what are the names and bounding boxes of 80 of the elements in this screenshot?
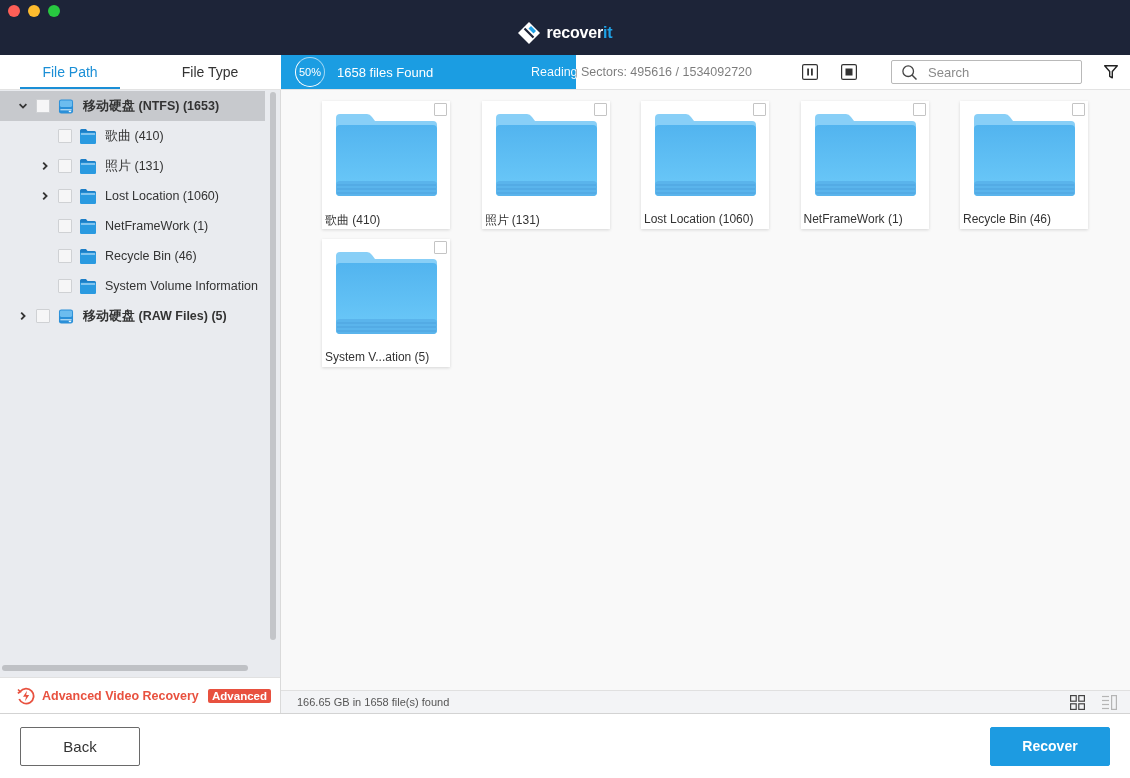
status-summary: 166.65 GB in 1658 file(s) found xyxy=(297,696,450,708)
advanced-video-recovery-link[interactable]: Advanced Video Recovery xyxy=(42,688,199,703)
checkbox[interactable] xyxy=(434,241,447,254)
folder-icon xyxy=(80,218,96,234)
tree-label: Lost Location (1060) xyxy=(105,189,219,203)
tree-label: 移动硬盘 (NTFS) (1653) xyxy=(83,97,220,115)
folder-name: NetFrameWork (1) xyxy=(803,212,904,226)
tree-item[interactable]: 移动硬盘 (NTFS) (1653) xyxy=(0,91,265,121)
checkbox[interactable] xyxy=(58,249,72,263)
tree-item[interactable]: 照片 (131) xyxy=(0,151,265,181)
folder-card[interactable]: 歌曲 (410) xyxy=(322,101,450,229)
zoom-button[interactable] xyxy=(48,5,60,17)
grid-view-icon[interactable] xyxy=(1070,694,1085,710)
drive-icon xyxy=(58,308,74,324)
checkbox[interactable] xyxy=(434,103,447,116)
search-field[interactable]: Search xyxy=(891,60,1082,84)
caret-icon[interactable] xyxy=(19,102,27,110)
tree-label: Recycle Bin (46) xyxy=(105,249,197,263)
folder-card[interactable]: 照片 (131) xyxy=(481,101,610,229)
checkbox[interactable] xyxy=(753,103,766,116)
close-button[interactable] xyxy=(8,5,20,17)
checkbox[interactable] xyxy=(58,219,72,233)
folder-icon xyxy=(336,252,437,334)
checkbox[interactable] xyxy=(58,159,72,173)
folder-icon xyxy=(80,128,96,144)
tree-label: NetFrameWork (1) xyxy=(105,219,209,233)
folder-name: 歌曲 (410) xyxy=(325,212,382,229)
caret-icon[interactable] xyxy=(19,312,27,320)
folder-card[interactable]: Lost Location (1060) xyxy=(641,101,769,229)
checkbox[interactable] xyxy=(912,103,926,116)
folder-card[interactable]: Recycle Bin (46) xyxy=(960,101,1088,229)
folder-name: Lost Location (1060) xyxy=(644,212,755,226)
logo-wordmark: recoverit xyxy=(546,23,613,42)
stop-icon[interactable] xyxy=(841,64,857,80)
folder-card[interactable]: System V...ation (5) xyxy=(322,239,450,367)
checkbox[interactable] xyxy=(58,279,72,293)
folder-icon xyxy=(80,158,96,174)
folder-icon xyxy=(814,114,916,196)
tree-item[interactable]: System Volume Information xyxy=(0,271,265,301)
list-view-icon[interactable] xyxy=(1102,694,1117,710)
tree-label: System Volume Information xyxy=(105,279,258,293)
tree-label: 移动硬盘 (RAW Files) (5) xyxy=(83,307,227,325)
folder-name: Recycle Bin (46) xyxy=(963,212,1053,226)
folder-name: System V...ation (5) xyxy=(325,350,431,364)
tree-item[interactable]: Recycle Bin (46) xyxy=(0,241,265,271)
folder-icon xyxy=(80,248,96,264)
vertical-scrollbar[interactable] xyxy=(270,92,276,640)
checkbox[interactable] xyxy=(593,103,607,116)
folder-icon xyxy=(655,114,756,196)
lightning-circle-icon xyxy=(17,686,35,705)
folder-icon xyxy=(974,114,1075,196)
drive-icon xyxy=(58,98,74,114)
pause-icon[interactable] xyxy=(802,64,818,80)
checkbox[interactable] xyxy=(36,309,50,323)
tree-item[interactable]: 歌曲 (410) xyxy=(0,121,265,151)
folder-icon xyxy=(336,114,437,196)
filter-icon[interactable] xyxy=(1104,65,1118,79)
checkbox[interactable] xyxy=(1072,103,1085,116)
tree-label: 照片 (131) xyxy=(105,157,164,175)
folder-icon xyxy=(80,188,96,204)
caret-icon[interactable] xyxy=(41,192,49,200)
horizontal-scrollbar[interactable] xyxy=(2,665,248,671)
minimize-button[interactable] xyxy=(28,5,40,17)
logo-icon xyxy=(517,21,540,44)
checkbox[interactable] xyxy=(58,129,72,143)
advanced-badge: Advanced xyxy=(208,688,271,703)
folder-card[interactable]: NetFrameWork (1) xyxy=(800,101,929,229)
folder-name: 照片 (131) xyxy=(484,212,541,229)
folder-icon xyxy=(80,278,96,294)
tree-label: 歌曲 (410) xyxy=(105,127,164,145)
tree-item[interactable]: Lost Location (1060) xyxy=(0,181,265,211)
files-found-count: 1658 files Found xyxy=(337,64,435,80)
search-icon xyxy=(902,64,917,80)
checkbox[interactable] xyxy=(36,99,50,113)
folder-icon xyxy=(495,114,597,196)
back-button[interactable]: Back xyxy=(20,726,140,766)
caret-icon[interactable] xyxy=(41,162,49,170)
tree-item[interactable]: 移动硬盘 (RAW Files) (5) xyxy=(0,301,265,331)
tree-item[interactable]: NetFrameWork (1) xyxy=(0,211,265,241)
checkbox[interactable] xyxy=(58,189,72,203)
